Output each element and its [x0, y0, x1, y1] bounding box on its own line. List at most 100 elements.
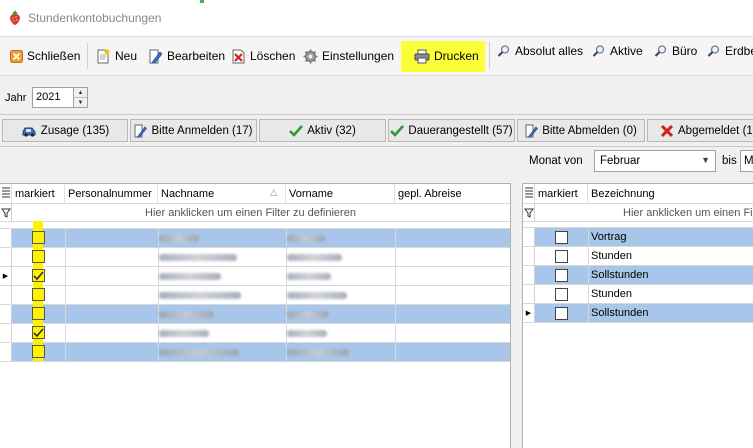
column-header-markiert[interactable]: markiert [12, 184, 65, 204]
column-header-gepl-abreise[interactable]: gepl. Abreise [395, 184, 510, 204]
edit-button[interactable]: Bearbeiten [148, 37, 225, 75]
redacted-lastname [159, 292, 241, 299]
spin-down-icon[interactable]: ▼ [74, 98, 87, 108]
app-window: Stundenkontobuchungen Schließen Neu Bear… [0, 0, 753, 448]
month-from-select[interactable]: Februar ▼ [594, 150, 716, 172]
booking-filter-row[interactable]: Hier anklicken um einen Filte [523, 204, 753, 222]
filter-truncated-button[interactable]: Erdbe [707, 32, 753, 70]
table-row[interactable]: Stunden [523, 247, 753, 266]
employee-grid-header: markiert Personalnummer Nachname △ Vorna… [0, 184, 510, 204]
row-checkbox[interactable] [32, 269, 45, 282]
print-button-label: Drucken [434, 49, 479, 63]
column-header-nachname[interactable]: Nachname △ [158, 184, 286, 204]
table-row[interactable] [0, 343, 510, 362]
table-row[interactable]: ▶ [0, 267, 510, 286]
new-button[interactable]: Neu [96, 37, 137, 75]
magnifier-icon [654, 45, 667, 57]
cell-divider [395, 267, 396, 285]
booking-label: Vortrag [591, 231, 627, 243]
cell-divider [395, 305, 396, 323]
row-checkbox[interactable] [555, 269, 568, 282]
print-button[interactable]: Drucken [414, 37, 479, 75]
filter-active-button[interactable]: Aktive [592, 32, 643, 70]
tab-dauerangestellt[interactable]: Dauerangestellt (57) [388, 119, 515, 142]
booking-grid: markiert Bezeichnung Hier anklicken um e… [522, 183, 753, 448]
filter-office-button[interactable]: Büro [654, 32, 697, 70]
table-row[interactable] [0, 305, 510, 324]
tab-bitte-anmelden[interactable]: Bitte Anmelden (17) [130, 119, 257, 142]
table-row[interactable]: Vortrag [523, 228, 753, 247]
table-row[interactable] [0, 248, 510, 267]
strawberry-icon [10, 10, 20, 25]
row-checkbox[interactable] [555, 307, 568, 320]
redacted-lastname [159, 273, 221, 280]
tab-bitte-anmelden-label: Bitte Anmelden (17) [151, 124, 253, 137]
column-chooser-icon[interactable] [0, 184, 12, 204]
settings-button-label: Einstellungen [322, 49, 395, 63]
cell-divider [395, 248, 396, 266]
row-checkbox[interactable] [32, 288, 45, 301]
column-header-markiert[interactable]: markiert [535, 184, 588, 204]
close-button[interactable]: Schließen [10, 37, 80, 75]
year-bar: Jahr [0, 82, 753, 112]
table-row[interactable] [0, 229, 510, 248]
row-indicator [523, 228, 535, 246]
table-row[interactable] [0, 324, 510, 343]
filter-indicator [523, 204, 535, 221]
column-chooser-icon[interactable] [523, 184, 535, 204]
booking-grid-header: markiert Bezeichnung [523, 184, 753, 204]
close-button-label: Schließen [27, 49, 81, 63]
column-header-bezeichnung[interactable]: Bezeichnung [588, 184, 753, 204]
spin-up-icon[interactable]: ▲ [74, 88, 87, 98]
row-indicator [0, 229, 12, 247]
employee-filter-row[interactable]: Hier anklicken um einen Filter zu defini… [0, 204, 510, 222]
month-to-value: M [744, 155, 753, 167]
table-row[interactable] [0, 286, 510, 305]
cell-divider [65, 324, 66, 342]
magnifier-icon [592, 45, 605, 57]
delete-button-label: Löschen [250, 49, 296, 63]
row-indicator [0, 248, 12, 266]
cell-divider [588, 247, 589, 265]
pencil-icon [134, 124, 148, 137]
booking-label: Stunden [591, 288, 632, 300]
tab-bitte-abmelden[interactable]: Bitte Abmelden (0) [517, 119, 645, 142]
tab-abgemeldet[interactable]: Abgemeldet (15 [647, 119, 753, 142]
month-to-select[interactable]: M [740, 150, 753, 172]
title-accent-mark [200, 0, 204, 3]
booking-label: Sollstunden [591, 307, 649, 319]
row-checkbox[interactable] [32, 250, 45, 263]
divider [0, 114, 753, 115]
row-checkbox[interactable] [32, 326, 45, 339]
cell-divider [65, 229, 66, 247]
settings-button[interactable]: Einstellungen [303, 37, 394, 75]
car-icon [22, 127, 36, 137]
redacted-firstname [287, 330, 327, 337]
row-checkbox[interactable] [32, 231, 45, 244]
cell-divider [65, 267, 66, 285]
row-checkbox[interactable] [32, 345, 45, 358]
row-checkbox[interactable] [555, 288, 568, 301]
column-header-vorname[interactable]: Vorname [286, 184, 395, 204]
table-row[interactable]: ▶ Sollstunden [523, 304, 753, 323]
month-from-label: Monat von [529, 155, 583, 167]
year-input[interactable]: 2021 [32, 87, 74, 108]
filter-absolute-all-button[interactable]: Absolut alles [497, 32, 583, 70]
delete-button[interactable]: Löschen [231, 37, 295, 75]
column-header-personalnummer[interactable]: Personalnummer [65, 184, 158, 204]
redacted-firstname [287, 254, 342, 261]
tab-aktiv[interactable]: Aktiv (32) [259, 119, 386, 142]
check-icon [390, 124, 405, 137]
tab-aktiv-label: Aktiv (32) [307, 124, 356, 137]
redacted-firstname [287, 311, 329, 318]
year-spinner[interactable]: ▲ ▼ [73, 87, 88, 108]
row-checkbox[interactable] [555, 250, 568, 263]
table-row[interactable]: Sollstunden [523, 266, 753, 285]
cell-divider [395, 324, 396, 342]
table-row[interactable]: Stunden [523, 285, 753, 304]
tab-zusage[interactable]: Zusage (135) [2, 119, 128, 142]
row-checkbox[interactable] [32, 307, 45, 320]
cell-divider [588, 285, 589, 303]
cell-divider [395, 343, 396, 361]
row-checkbox[interactable] [555, 231, 568, 244]
